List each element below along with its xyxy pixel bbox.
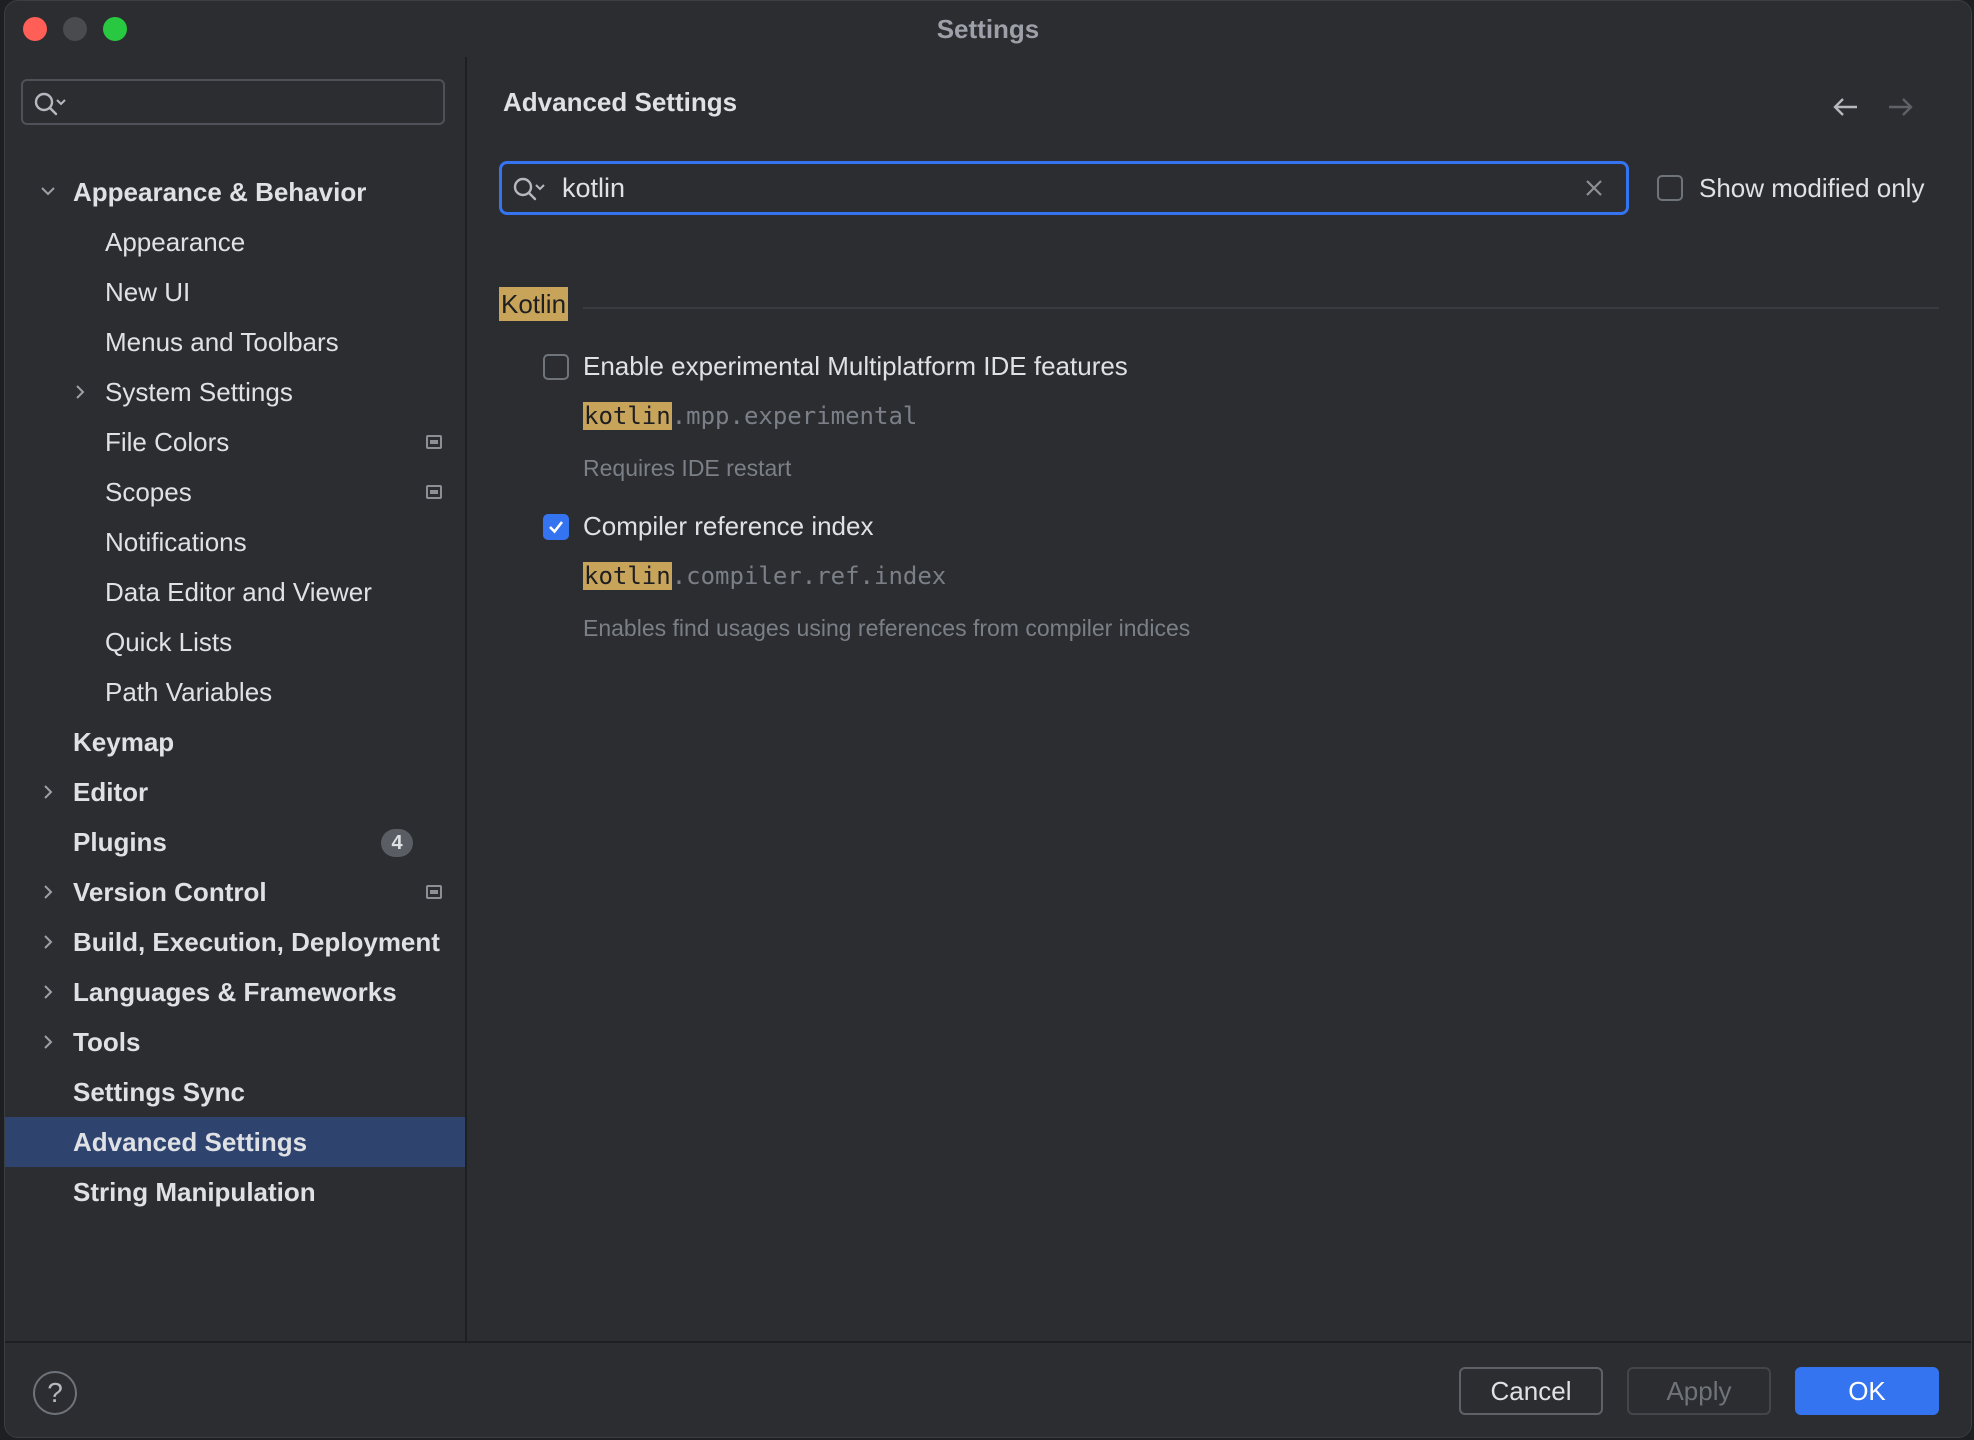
chevron-right-icon[interactable] bbox=[41, 1034, 55, 1050]
sidebar-item-label: Scopes bbox=[105, 477, 192, 507]
project-level-icon bbox=[426, 485, 442, 499]
project-level-icon bbox=[426, 885, 442, 899]
sidebar-item-label: Version Control bbox=[73, 877, 267, 907]
settings-window: Settings Appearance & Behavior Appearance… bbox=[4, 0, 1972, 1438]
setting-label-compiler-index[interactable]: Compiler reference index bbox=[583, 511, 873, 542]
sidebar-item-scopes[interactable]: Scopes bbox=[5, 467, 465, 517]
sidebar-item-keymap[interactable]: Keymap bbox=[5, 717, 465, 767]
ok-button[interactable]: OK bbox=[1795, 1367, 1939, 1415]
sidebar-item-notifications[interactable]: Notifications bbox=[5, 517, 465, 567]
setting-description-multiplatform: Requires IDE restart bbox=[583, 455, 792, 481]
sidebar-item-editor[interactable]: Editor bbox=[5, 767, 465, 817]
search-icon bbox=[513, 177, 545, 201]
sidebar-item-advanced-settings[interactable]: Advanced Settings bbox=[5, 1117, 465, 1167]
forward-arrow-icon[interactable] bbox=[1885, 95, 1915, 119]
chevron-right-icon[interactable] bbox=[41, 934, 55, 950]
sidebar-item-plugins[interactable]: Plugins 4 bbox=[5, 817, 465, 867]
group-title: Kotlin bbox=[499, 287, 569, 321]
sidebar-item-label: Settings Sync bbox=[73, 1077, 245, 1107]
sidebar-item-label: New UI bbox=[105, 277, 191, 307]
search-icon bbox=[34, 92, 66, 116]
sidebar-item-label: Editor bbox=[73, 777, 149, 807]
sidebar-item-label: Languages & Frameworks bbox=[73, 977, 397, 1007]
sidebar-item-label: Notifications bbox=[105, 527, 247, 557]
updates-badge: 4 bbox=[381, 829, 413, 857]
setting-label-multiplatform[interactable]: Enable experimental Multiplatform IDE fe… bbox=[583, 351, 1128, 382]
sidebar-item-label: String Manipulation bbox=[73, 1177, 316, 1207]
sidebar-search-input[interactable] bbox=[21, 79, 445, 125]
sidebar-item-label: Menus and Toolbars bbox=[105, 327, 339, 357]
search-value: kotlin bbox=[562, 173, 626, 203]
group-divider bbox=[583, 307, 1939, 309]
sidebar-item-settings-sync[interactable]: Settings Sync bbox=[5, 1067, 465, 1117]
project-level-icon bbox=[426, 435, 442, 449]
sidebar-item-system-settings[interactable]: System Settings bbox=[5, 367, 465, 417]
sidebar-item-label: Quick Lists bbox=[105, 627, 233, 657]
settings-tree: Appearance & Behavior Appearance New UI Men… bbox=[5, 167, 465, 1217]
key-highlight: kotlin bbox=[583, 402, 672, 430]
back-arrow-icon[interactable] bbox=[1831, 95, 1861, 119]
sidebar-item-label: Keymap bbox=[73, 727, 175, 757]
sidebar-item-label: Path Variables bbox=[105, 677, 273, 707]
setting-key-multiplatform: kotlin.mpp.experimental bbox=[583, 399, 917, 433]
sidebar-item-label: System Settings bbox=[105, 377, 293, 407]
show-modified-label[interactable]: Show modified only bbox=[1699, 173, 1924, 204]
setting-checkbox-compiler-index[interactable] bbox=[543, 514, 569, 540]
sidebar-item-label: Tools bbox=[73, 1027, 141, 1057]
setting-description-compiler-index: Enables find usages using references fro… bbox=[583, 615, 1191, 641]
sidebar-item-label: File Colors bbox=[105, 427, 230, 457]
sidebar-item-appearance[interactable]: Appearance bbox=[5, 217, 465, 267]
key-highlight: kotlin bbox=[583, 562, 672, 590]
key-rest: .compiler.ref.index bbox=[671, 562, 947, 590]
chevron-right-icon[interactable] bbox=[73, 384, 87, 400]
key-rest: .mpp.experimental bbox=[671, 402, 918, 430]
sidebar-item-label: Build, Execution, Deployment bbox=[73, 927, 440, 957]
setting-checkbox-multiplatform[interactable] bbox=[543, 354, 569, 380]
chevron-down-icon[interactable] bbox=[41, 184, 55, 200]
sidebar-item-data-editor-and-viewer[interactable]: Data Editor and Viewer bbox=[5, 567, 465, 617]
chevron-right-icon[interactable] bbox=[41, 984, 55, 1000]
sidebar-item-label: Advanced Settings bbox=[73, 1127, 308, 1157]
setting-key-compiler-index: kotlin.compiler.ref.index bbox=[583, 559, 946, 593]
help-button[interactable]: ? bbox=[33, 1371, 77, 1415]
sidebar-item-menus-and-toolbars[interactable]: Menus and Toolbars bbox=[5, 317, 465, 367]
sidebar-item-tools[interactable]: Tools bbox=[5, 1017, 465, 1067]
sidebar-item-string-manipulation[interactable]: String Manipulation bbox=[5, 1167, 465, 1217]
sidebar-item-build-execution-deployment[interactable]: Build, Execution, Deployment bbox=[5, 917, 465, 967]
sidebar-item-languages-frameworks[interactable]: Languages & Frameworks bbox=[5, 967, 465, 1017]
settings-content: Advanced Settings kotlin Show modified o… bbox=[467, 57, 1971, 1341]
chevron-right-icon[interactable] bbox=[41, 884, 55, 900]
sidebar-item-label: Plugins bbox=[73, 827, 167, 857]
sidebar-item-new-ui[interactable]: New UI bbox=[5, 267, 465, 317]
cancel-button[interactable]: Cancel bbox=[1459, 1367, 1603, 1415]
page-title: Advanced Settings bbox=[503, 87, 738, 117]
settings-sidebar: Appearance & Behavior Appearance New UI Men… bbox=[5, 57, 467, 1341]
sidebar-item-label: Appearance & Behavior bbox=[73, 177, 367, 207]
dialog-footer: ? Cancel Apply OK bbox=[5, 1341, 1971, 1437]
sidebar-item-label: Data Editor and Viewer bbox=[105, 577, 372, 607]
sidebar-item-version-control[interactable]: Version Control bbox=[5, 867, 465, 917]
settings-search-input[interactable]: kotlin bbox=[499, 161, 1629, 215]
sidebar-item-quick-lists[interactable]: Quick Lists bbox=[5, 617, 465, 667]
clear-search-icon[interactable] bbox=[1584, 178, 1604, 198]
sidebar-item-appearance-behavior[interactable]: Appearance & Behavior bbox=[5, 167, 465, 217]
sidebar-item-path-variables[interactable]: Path Variables bbox=[5, 667, 465, 717]
show-modified-checkbox[interactable] bbox=[1657, 175, 1683, 201]
sidebar-item-file-colors[interactable]: File Colors bbox=[5, 417, 465, 467]
window-title: Settings bbox=[936, 14, 1040, 44]
chevron-right-icon[interactable] bbox=[41, 784, 55, 800]
sidebar-item-label: Appearance bbox=[105, 227, 246, 257]
checkmark-icon bbox=[549, 521, 564, 534]
title-bar: Settings bbox=[5, 1, 1971, 57]
apply-button[interactable]: Apply bbox=[1627, 1367, 1771, 1415]
